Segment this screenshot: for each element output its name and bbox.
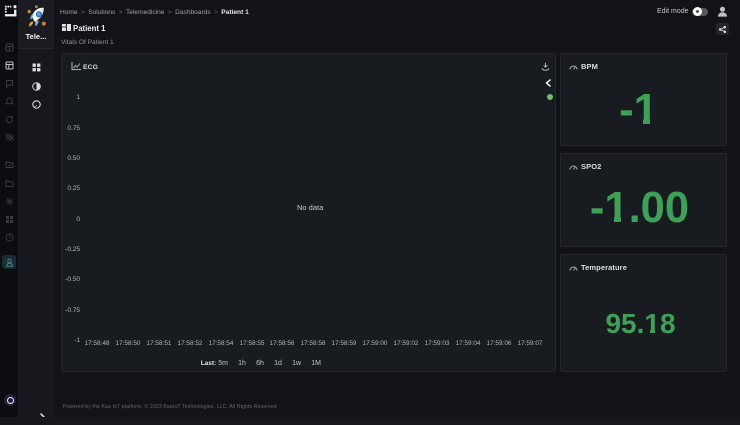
svg-text:?: ?	[8, 235, 11, 241]
